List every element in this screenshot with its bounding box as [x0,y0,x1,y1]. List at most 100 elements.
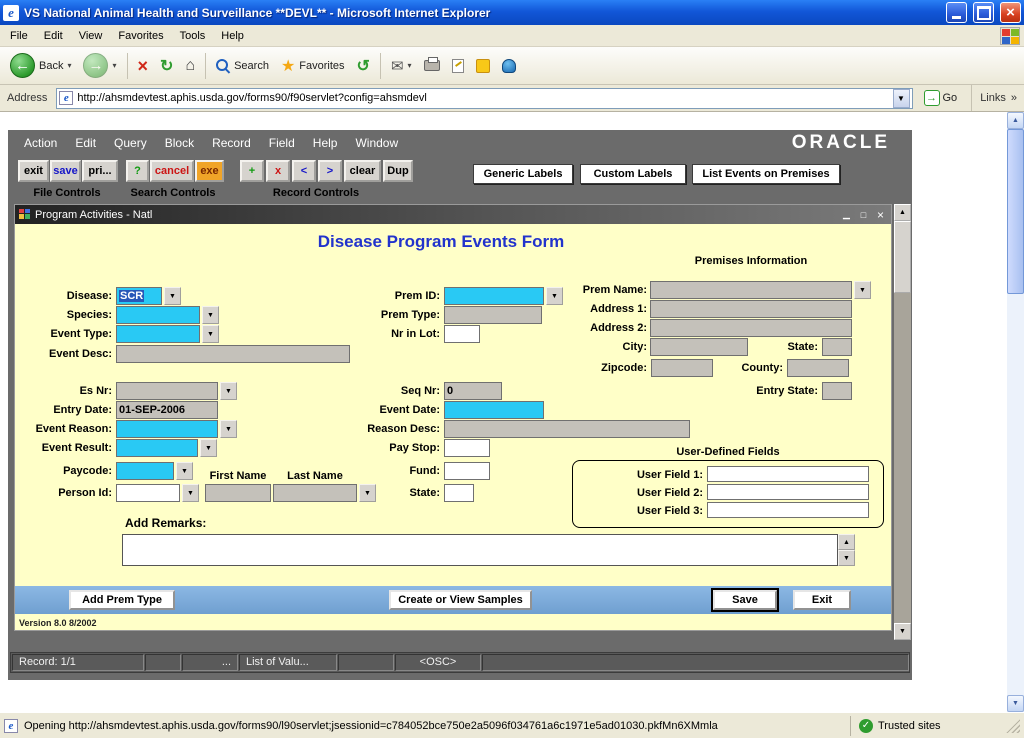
back-button[interactable]: Back [5,51,76,80]
es-nr-dropdown[interactable] [220,382,237,400]
event-date-field[interactable] [444,401,544,419]
inner-window-titlebar[interactable]: Program Activities - Natl [15,205,891,224]
home-button[interactable] [180,55,200,77]
state-field[interactable] [822,338,852,356]
prem-type-field[interactable] [444,306,542,324]
links-chevron-icon[interactable] [1011,92,1021,104]
oracle-menu-window[interactable]: Window [347,133,406,153]
print-form-button[interactable]: pri... [82,160,118,182]
event-desc-field[interactable] [116,345,350,363]
browser-scroll-up[interactable] [1007,112,1024,129]
person-id-dropdown[interactable] [182,484,199,502]
prem-name-dropdown[interactable] [854,281,871,299]
oracle-menu-action[interactable]: Action [16,133,65,153]
es-nr-field[interactable] [116,382,218,400]
go-button[interactable]: Go [918,89,964,107]
browser-scroll-down[interactable] [1007,695,1024,712]
resize-grip[interactable] [1006,719,1020,733]
delete-record-button[interactable]: x [266,160,290,182]
forward-button[interactable] [78,51,121,80]
add-prem-type-button[interactable]: Add Prem Type [69,590,175,610]
enter-query-button[interactable]: ? [126,160,149,182]
oracle-menu-field[interactable]: Field [261,133,303,153]
next-record-button[interactable]: > [318,160,342,182]
menu-file[interactable]: File [2,27,36,45]
edit-button[interactable] [447,57,469,75]
menu-help[interactable]: Help [213,27,252,45]
maximize-button[interactable] [973,2,994,23]
event-reason-field[interactable] [116,420,218,438]
nr-in-lot-field[interactable] [444,325,480,343]
disease-dropdown[interactable] [164,287,181,305]
pay-stop-field[interactable] [444,439,490,457]
close-button[interactable] [1000,2,1021,23]
user-field-2-input[interactable] [707,484,869,500]
menu-edit[interactable]: Edit [36,27,71,45]
prem-id-field[interactable] [444,287,544,305]
applet-scroll-up[interactable] [894,204,911,221]
event-reason-dropdown[interactable] [220,420,237,438]
address-input[interactable]: e http://ahsmdevtest.aphis.usda.gov/form… [56,88,912,109]
reason-desc-field[interactable] [444,420,690,438]
person-id-field[interactable] [116,484,180,502]
event-type-field[interactable] [116,325,200,343]
remarks-scroll-up[interactable] [838,534,855,550]
event-result-dropdown[interactable] [200,439,217,457]
applet-scroll-down[interactable] [894,623,911,640]
favorites-button[interactable]: Favorites [276,54,350,78]
address-dropdown[interactable] [893,89,910,108]
history-button[interactable] [352,54,375,78]
menu-tools[interactable]: Tools [172,27,214,45]
applet-scrollbar[interactable] [894,204,911,640]
paycode-field[interactable] [116,462,174,480]
paycode-dropdown[interactable] [176,462,193,480]
generic-labels-button[interactable]: Generic Labels [473,164,573,184]
search-button[interactable]: Search [211,57,274,75]
notes-button[interactable] [471,57,495,75]
species-field[interactable] [116,306,200,324]
oracle-menu-query[interactable]: Query [106,133,155,153]
stop-button[interactable] [133,55,154,77]
oracle-menu-record[interactable]: Record [204,133,259,153]
user-field-1-input[interactable] [707,466,869,482]
mail-button[interactable] [386,55,417,77]
user-field-3-input[interactable] [707,502,869,518]
event-result-field[interactable] [116,439,198,457]
refresh-button[interactable] [155,54,178,78]
species-dropdown[interactable] [202,306,219,324]
state-mid-field[interactable] [444,484,474,502]
fund-field[interactable] [444,462,490,480]
entry-state-field[interactable] [822,382,852,400]
insert-record-button[interactable]: + [240,160,264,182]
seq-nr-field[interactable]: 0 [444,382,502,400]
print-button[interactable] [419,58,445,73]
inner-restore-icon[interactable] [857,209,870,221]
prem-name-field[interactable] [650,281,852,299]
menu-favorites[interactable]: Favorites [110,27,171,45]
event-type-dropdown[interactable] [202,325,219,343]
previous-record-button[interactable]: < [292,160,316,182]
duplicate-record-button[interactable]: Dup [383,160,413,182]
oracle-menu-block[interactable]: Block [157,133,202,153]
oracle-menu-help[interactable]: Help [305,133,346,153]
address-url[interactable]: http://ahsmdevtest.aphis.usda.gov/forms9… [77,92,888,104]
form-exit-button[interactable]: Exit [793,590,851,610]
county-field[interactable] [787,359,849,377]
address1-field[interactable] [650,300,852,318]
browser-scrollbar[interactable] [1007,112,1024,712]
create-or-view-samples-button[interactable]: Create or View Samples [389,590,532,610]
add-remarks-textarea[interactable] [122,534,838,566]
cancel-query-button[interactable]: cancel [150,160,194,182]
address2-field[interactable] [650,319,852,337]
entry-date-field[interactable]: 01-SEP-2006 [116,401,218,419]
menu-view[interactable]: View [71,27,111,45]
minimize-button[interactable] [946,2,967,23]
remarks-scroll-down[interactable] [838,550,855,566]
links-label[interactable]: Links [980,92,1006,104]
clear-record-button[interactable]: clear [344,160,381,182]
first-name-field[interactable] [205,484,271,502]
messenger-button[interactable] [497,57,521,75]
inner-close-icon[interactable] [874,209,887,221]
applet-scroll-thumb[interactable] [894,221,911,293]
city-field[interactable] [650,338,748,356]
